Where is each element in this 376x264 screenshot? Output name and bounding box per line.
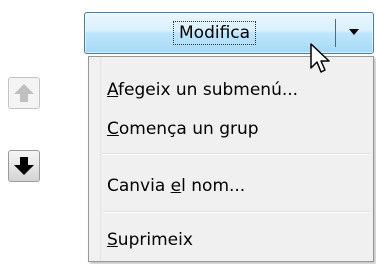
menu-gutter	[89, 57, 101, 261]
modify-dropdown-toggle[interactable]	[337, 13, 373, 53]
chevron-down-icon	[349, 29, 359, 35]
menu-item-begin-group[interactable]: Comença un grup	[103, 114, 371, 144]
mouse-pointer-icon	[309, 42, 335, 76]
menu-item-label: omença un grup	[118, 119, 259, 139]
menu-separator	[103, 153, 371, 155]
move-up-button[interactable]	[8, 77, 40, 109]
menu-separator	[103, 211, 371, 213]
menu-item-label: l nom...	[181, 176, 246, 196]
modify-dropdown-menu: Afegeix un submenú... Comença un grup Ca…	[88, 56, 374, 262]
split-divider	[335, 19, 336, 47]
modify-button-label: Modifica	[173, 21, 257, 45]
editor-panel: Modifica Afegeix un submenú... Comença u…	[0, 0, 376, 264]
menu-item-label: uprimeix	[117, 230, 193, 250]
arrow-down-icon	[14, 157, 34, 175]
menu-item-rename[interactable]: Canvia el nom...	[103, 171, 371, 201]
menu-item-accelerator: S	[107, 230, 118, 250]
menu-item-label-prefix: Canvia	[107, 176, 171, 196]
arrow-up-icon	[14, 84, 34, 102]
menu-item-delete[interactable]: Suprimeix	[103, 225, 371, 255]
menu-item-label: fegeix un submenú...	[118, 80, 299, 100]
move-down-button[interactable]	[8, 150, 40, 182]
menu-item-accelerator: e	[170, 176, 182, 196]
menu-item-add-submenu[interactable]: Afegeix un submenú...	[103, 75, 371, 105]
menu-item-accelerator: C	[107, 119, 119, 139]
menu-item-accelerator: A	[107, 80, 119, 100]
modify-button[interactable]: Modifica	[85, 13, 333, 53]
